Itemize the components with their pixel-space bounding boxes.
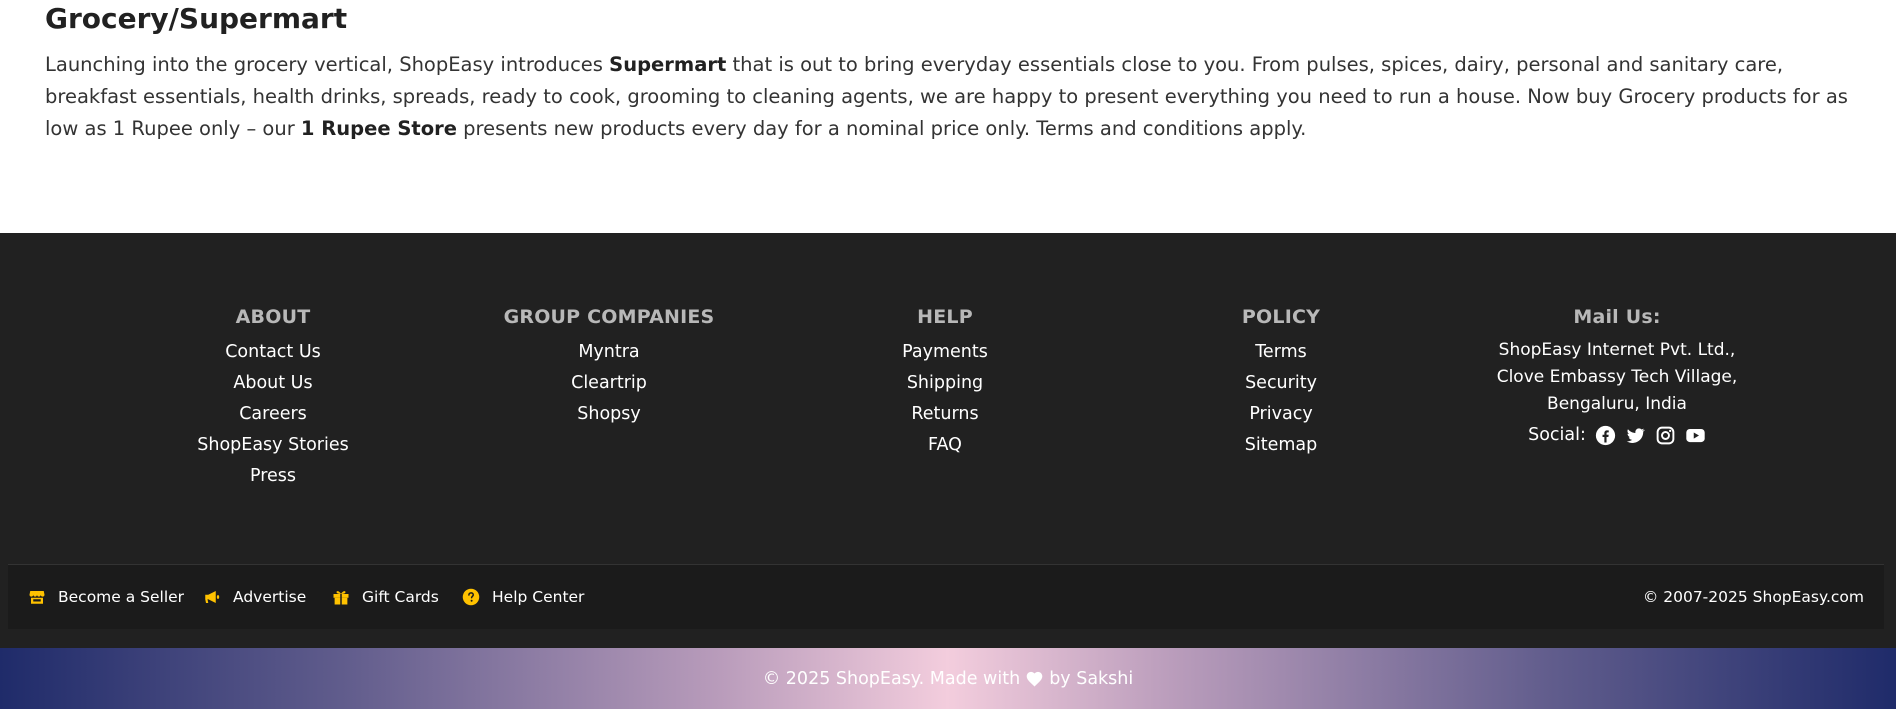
credit-prefix: © 2025 ShopEasy. Made with xyxy=(762,668,1021,689)
gift-icon xyxy=(332,588,350,606)
footer-link-stories[interactable]: ShopEasy Stories xyxy=(123,430,423,461)
advertise-label: Advertise xyxy=(233,588,307,606)
footer-link-contact-us[interactable]: Contact Us xyxy=(123,337,423,368)
credit-suffix: by Sakshi xyxy=(1049,668,1134,689)
grocery-section: Grocery/Supermart Launching into the gro… xyxy=(0,0,1896,233)
mail-address-line: ShopEasy Internet Pvt. Ltd., xyxy=(1498,340,1736,360)
mail-address-line: Bengaluru, India xyxy=(1547,394,1687,414)
help-heading: HELP xyxy=(917,306,973,328)
site-footer: ABOUT Contact Us About Us Careers ShopEa… xyxy=(0,233,1896,648)
footer-link-privacy[interactable]: Privacy xyxy=(1131,399,1431,430)
credit-strip: © 2025 ShopEasy. Made with by Sakshi xyxy=(0,648,1896,709)
footer-link-shopsy[interactable]: Shopsy xyxy=(459,399,759,430)
megaphone-icon xyxy=(203,588,221,606)
footer-link-careers[interactable]: Careers xyxy=(123,399,423,430)
footer-link-press[interactable]: Press xyxy=(123,461,423,492)
question-icon xyxy=(462,588,480,606)
footer-link-payments[interactable]: Payments xyxy=(795,337,1095,368)
advertise-link[interactable]: Advertise xyxy=(203,565,306,629)
become-seller-link[interactable]: Become a Seller xyxy=(28,565,184,629)
mail-heading: Mail Us: xyxy=(1573,306,1661,328)
mail-address-line: Clove Embassy Tech Village, xyxy=(1496,367,1738,387)
footer-link-about-us[interactable]: About Us xyxy=(123,368,423,399)
heart-icon xyxy=(1026,671,1043,687)
youtube-icon[interactable] xyxy=(1685,425,1706,446)
facebook-icon[interactable] xyxy=(1595,425,1616,446)
footer-link-cleartrip[interactable]: Cleartrip xyxy=(459,368,759,399)
twitter-icon[interactable] xyxy=(1625,425,1646,446)
social-links: Social: xyxy=(1467,422,1767,449)
copyright-text: © 2007-2025 ShopEasy.com xyxy=(1642,588,1864,606)
about-heading: ABOUT xyxy=(235,306,311,328)
footer-column-policy: POLICY Terms Security Privacy Sitemap xyxy=(1131,303,1431,461)
policy-heading: POLICY xyxy=(1241,306,1321,328)
footer-link-sitemap[interactable]: Sitemap xyxy=(1131,430,1431,461)
help-center-link[interactable]: Help Center xyxy=(462,565,584,629)
section-title: Grocery/Supermart xyxy=(45,2,348,35)
store-icon xyxy=(28,588,46,606)
instagram-icon[interactable] xyxy=(1655,425,1676,446)
help-center-label: Help Center xyxy=(492,588,585,606)
group-companies-heading: GROUP COMPANIES xyxy=(503,306,715,328)
rupee-store-bold: 1 Rupee Store xyxy=(300,117,457,140)
gift-cards-link[interactable]: Gift Cards xyxy=(332,565,439,629)
description-text-3: presents new products every day for a no… xyxy=(456,117,1307,140)
footer-column-group-companies: GROUP COMPANIES Myntra Cleartrip Shopsy xyxy=(459,303,759,430)
footer-link-returns[interactable]: Returns xyxy=(795,399,1095,430)
gift-cards-label: Gift Cards xyxy=(362,588,439,606)
supermart-bold: Supermart xyxy=(609,53,727,76)
footer-link-faq[interactable]: FAQ xyxy=(795,430,1095,461)
become-seller-label: Become a Seller xyxy=(58,588,185,606)
footer-link-myntra[interactable]: Myntra xyxy=(459,337,759,368)
footer-column-about: ABOUT Contact Us About Us Careers ShopEa… xyxy=(123,303,423,492)
footer-link-shipping[interactable]: Shipping xyxy=(795,368,1095,399)
footer-column-mail: Mail Us: ShopEasy Internet Pvt. Ltd., Cl… xyxy=(1467,303,1767,449)
footer-column-help: HELP Payments Shipping Returns FAQ xyxy=(795,303,1095,461)
section-description: Launching into the grocery vertical, Sho… xyxy=(45,49,1855,145)
footer-link-terms[interactable]: Terms xyxy=(1131,337,1431,368)
description-text-1: Launching into the grocery vertical, Sho… xyxy=(45,53,610,76)
social-label: Social: xyxy=(1528,425,1586,445)
footer-link-security[interactable]: Security xyxy=(1131,368,1431,399)
footer-bottom-bar: Become a Seller Advertise Gift Cards Hel… xyxy=(8,564,1884,629)
